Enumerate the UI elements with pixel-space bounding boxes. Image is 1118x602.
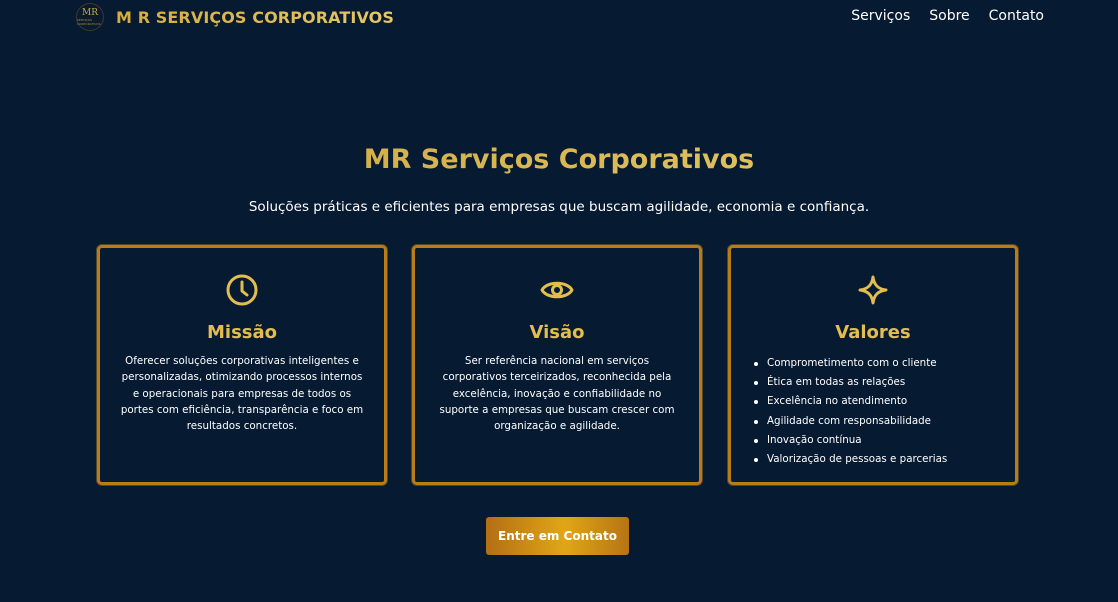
card-title: Valores: [835, 322, 911, 343]
list-item: Inovação contínua: [754, 431, 1007, 450]
contact-button[interactable]: Entre em Contato: [486, 517, 629, 555]
nav-link-servicos[interactable]: Serviços: [851, 8, 910, 24]
values-list: Comprometimento com o cliente Ética em t…: [754, 354, 1007, 469]
card-title: Visão: [529, 322, 585, 343]
list-item: Valorização de pessoas e parcerias: [754, 450, 1007, 469]
card-missao: Missão Oferecer soluções corporativas in…: [97, 245, 387, 485]
site-header: MR SERVIÇOS CORPORATIVOS M R SERVIÇOS CO…: [0, 0, 1118, 34]
logo-tagline: SERVIÇOS CORPORATIVOS: [77, 17, 101, 26]
card-valores: Valores Comprometimento com o cliente Ét…: [728, 245, 1018, 485]
list-item: Agilidade com responsabilidade: [754, 412, 1007, 431]
nav-link-sobre[interactable]: Sobre: [929, 8, 969, 24]
logo-badge: MR SERVIÇOS CORPORATIVOS: [76, 3, 104, 31]
main-nav: Serviços Sobre Contato: [851, 8, 1044, 24]
hero-subtitle: Soluções práticas e eficientes para empr…: [248, 199, 870, 215]
logo-initials: MR: [82, 7, 98, 18]
card-text: Oferecer soluções corporativas inteligen…: [120, 355, 364, 433]
clock-icon: [100, 273, 384, 307]
list-item: Comprometimento com o cliente: [754, 354, 1007, 373]
card-text: Ser referência nacional em serviços corp…: [439, 355, 675, 433]
card-title: Missão: [206, 322, 278, 343]
list-item: Excelência no atendimento: [754, 392, 1007, 411]
list-item: Ética em todas as relações: [754, 373, 1007, 392]
sparkle-icon: [731, 273, 1015, 307]
page: MR SERVIÇOS CORPORATIVOS M R SERVIÇOS CO…: [0, 0, 1118, 602]
eye-icon: [415, 273, 699, 307]
logo-link[interactable]: MR SERVIÇOS CORPORATIVOS M R SERVIÇOS CO…: [76, 3, 394, 31]
hero-title: MR Serviços Corporativos: [0, 144, 1118, 175]
nav-link-contato[interactable]: Contato: [989, 8, 1044, 24]
brand-name: M R SERVIÇOS CORPORATIVOS: [116, 7, 394, 27]
card-visao: Visão Ser referência nacional em serviço…: [412, 245, 702, 485]
